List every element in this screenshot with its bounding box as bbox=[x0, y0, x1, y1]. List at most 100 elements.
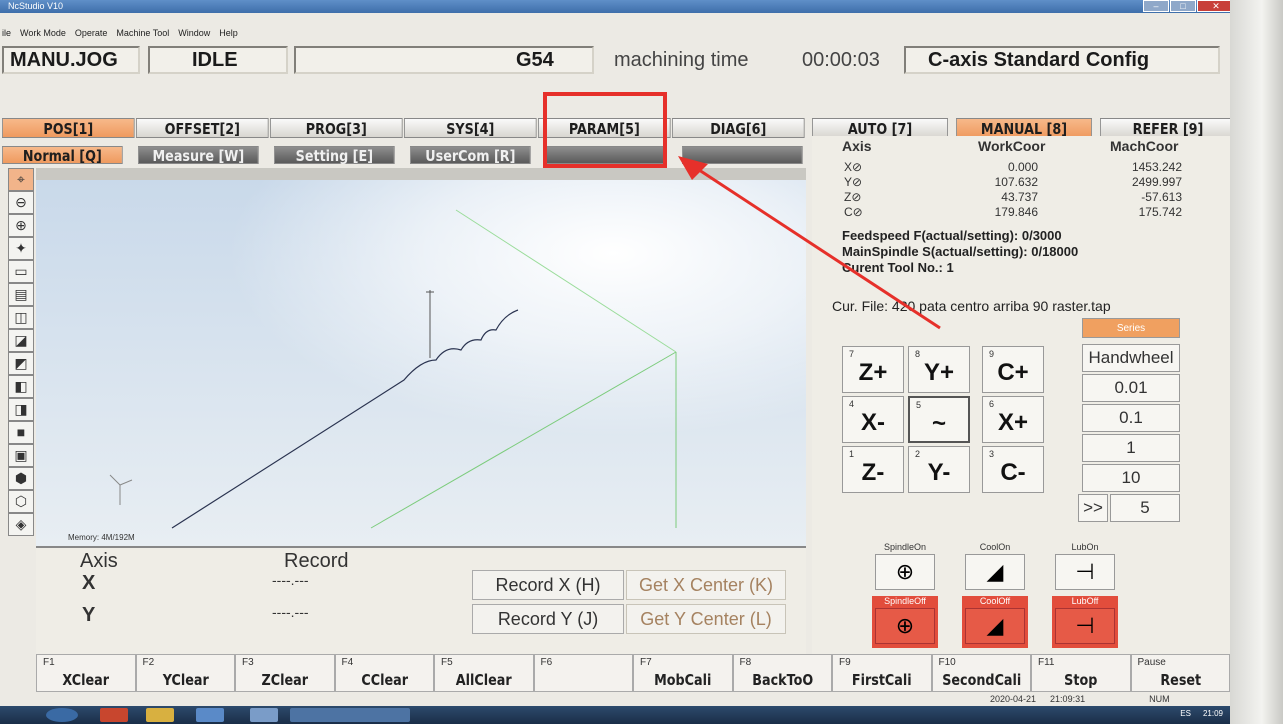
fkey-f1-action: XClear bbox=[62, 671, 110, 689]
fkey-yclear[interactable]: F2 YClear bbox=[135, 654, 235, 692]
menu-window[interactable]: Window bbox=[178, 26, 210, 40]
tab-prog[interactable]: PROG[3] bbox=[270, 118, 403, 138]
view-left-icon[interactable]: ◧ bbox=[8, 375, 34, 398]
fkey-f8-label: F8 bbox=[739, 657, 752, 668]
footer-date: 2020-04-21 bbox=[990, 694, 1037, 704]
footer-numlock: NUM bbox=[1149, 694, 1170, 704]
step-0-1-button[interactable]: 0.1 bbox=[1082, 404, 1180, 432]
jog-x-minus[interactable]: 4 X- bbox=[842, 396, 904, 443]
jog-label-y-minus: Y- bbox=[927, 459, 951, 486]
fkey-allclear[interactable]: F5 AllClear bbox=[434, 654, 534, 692]
menu-help[interactable]: Help bbox=[219, 26, 238, 40]
fkey-xclear[interactable]: F1 XClear bbox=[36, 654, 136, 692]
spindle-on-button[interactable]: SpindleOn ⊕ bbox=[872, 542, 938, 594]
axis-c-work: 179.846 bbox=[994, 205, 1038, 219]
step-custom-value[interactable]: 5 bbox=[1110, 494, 1180, 522]
crosshair-icon[interactable]: ⌖ bbox=[8, 168, 34, 191]
tab-pos[interactable]: POS[1] bbox=[2, 118, 135, 138]
tab-offset[interactable]: OFFSET[2] bbox=[136, 118, 269, 138]
menu-operate[interactable]: Operate bbox=[75, 26, 108, 40]
axis-z-mach: -57.613 bbox=[1141, 190, 1182, 204]
cool-off-button[interactable]: CoolOff ◢ bbox=[962, 596, 1028, 648]
lub-on-label: LubOn bbox=[1071, 542, 1099, 552]
clear-track-icon[interactable]: ▤ bbox=[8, 283, 34, 306]
record-header: Record bbox=[284, 550, 349, 572]
cube-wire-icon[interactable]: ⬡ bbox=[8, 490, 34, 513]
fkey-backtoo[interactable]: F8 BackToO bbox=[732, 654, 832, 692]
system-tray: ES 21:09 bbox=[1180, 709, 1223, 718]
lub-on-button[interactable]: LubOn ⊣ bbox=[1052, 542, 1118, 594]
fkey-mobcali[interactable]: F7 MobCali bbox=[633, 654, 733, 692]
subtab-setting[interactable]: Setting [E] bbox=[274, 146, 395, 165]
fkey-f6[interactable]: F6 bbox=[533, 654, 633, 692]
status-footer: 2020-04-21 21:09:31 NUM bbox=[990, 694, 1170, 704]
step-more-button[interactable]: >> bbox=[1078, 494, 1108, 522]
taskbar-doc-icon[interactable] bbox=[250, 708, 278, 722]
jog-z-minus[interactable]: 1 Z- bbox=[842, 446, 904, 493]
tab-sys[interactable]: SYS[4] bbox=[404, 118, 537, 138]
fkey-f2-label: F2 bbox=[142, 657, 155, 668]
minimize-button[interactable]: – bbox=[1143, 0, 1169, 12]
fkey-zclear[interactable]: F3 ZClear bbox=[235, 654, 335, 692]
taskbar-chrome-icon[interactable] bbox=[100, 708, 128, 722]
center-view-icon[interactable]: ✦ bbox=[8, 237, 34, 260]
tab-auto[interactable]: AUTO [7] bbox=[812, 118, 948, 138]
view-iso-icon[interactable]: ◫ bbox=[8, 306, 34, 329]
view-back-icon[interactable]: ▣ bbox=[8, 444, 34, 467]
cool-on-button[interactable]: CoolOn ◢ bbox=[962, 542, 1028, 594]
spindle-off-button[interactable]: SpindleOff ⊕ bbox=[872, 596, 938, 648]
zoom-out-icon[interactable]: ⊖ bbox=[8, 191, 34, 214]
view-top-icon[interactable]: ◪ bbox=[8, 329, 34, 352]
tab-manual[interactable]: MANUAL [8] bbox=[956, 118, 1092, 138]
jog-y-minus[interactable]: 2 Y- bbox=[908, 446, 970, 493]
menu-file[interactable]: ile bbox=[2, 26, 11, 40]
view-bottom-icon[interactable]: ■ bbox=[8, 421, 34, 444]
lubricant-icon: ⊣ bbox=[1055, 554, 1115, 590]
view-right-icon[interactable]: ◨ bbox=[8, 398, 34, 421]
tab-refer[interactable]: REFER [9] bbox=[1100, 118, 1236, 138]
maximize-button[interactable]: □ bbox=[1170, 0, 1196, 12]
fkey-f1-label: F1 bbox=[43, 657, 55, 668]
view-front-icon[interactable]: ◩ bbox=[8, 352, 34, 375]
jog-z-plus[interactable]: 7 Z+ bbox=[842, 346, 904, 393]
fkey-secondcali[interactable]: F10 SecondCali bbox=[931, 654, 1031, 692]
axis-c-mach: 175.742 bbox=[1138, 205, 1182, 219]
fkey-firstcali[interactable]: F9 FirstCali bbox=[832, 654, 932, 692]
fit-window-icon[interactable]: ▭ bbox=[8, 260, 34, 283]
start-button[interactable] bbox=[46, 708, 78, 722]
cube-shaded-icon[interactable]: ◈ bbox=[8, 513, 34, 536]
step-10-button[interactable]: 10 bbox=[1082, 464, 1180, 492]
get-y-center-button[interactable]: Get Y Center (L) bbox=[626, 604, 786, 634]
cube-solid-icon[interactable]: ⬢ bbox=[8, 467, 34, 490]
jog-y-plus[interactable]: 8 Y+ bbox=[908, 346, 970, 393]
fkey-stop[interactable]: F11 Stop bbox=[1031, 654, 1131, 692]
record-y-button[interactable]: Record Y (J) bbox=[472, 604, 624, 634]
lub-off-button[interactable]: LubOff ⊣ bbox=[1052, 596, 1118, 648]
fkey-f5-label: F5 bbox=[441, 657, 453, 668]
jog-key-1: 1 bbox=[849, 449, 855, 459]
spindle-off-icon: ⊕ bbox=[875, 608, 935, 644]
subtab-measure[interactable]: Measure [W] bbox=[138, 146, 259, 165]
jog-x-plus[interactable]: 6 X+ bbox=[982, 396, 1044, 443]
subtab-normal[interactable]: Normal [Q] bbox=[2, 146, 123, 165]
axis-x-work: 0.000 bbox=[1007, 160, 1038, 174]
jog-c-plus[interactable]: 9 C+ bbox=[982, 346, 1044, 393]
fkey-f6-label: F6 bbox=[540, 657, 553, 668]
record-x-button[interactable]: Record X (H) bbox=[472, 570, 624, 600]
get-x-center-button[interactable]: Get X Center (K) bbox=[626, 570, 786, 600]
subtab-usercom[interactable]: UserCom [R] bbox=[410, 146, 531, 165]
tab-diag[interactable]: DIAG[6] bbox=[672, 118, 805, 138]
menu-work-mode[interactable]: Work Mode bbox=[20, 26, 66, 40]
jog-c-minus[interactable]: 3 C- bbox=[982, 446, 1044, 493]
fkey-reset[interactable]: Pause Reset bbox=[1130, 654, 1230, 692]
zoom-in-icon[interactable]: ⊕ bbox=[8, 214, 34, 237]
jog-rapid-toggle[interactable]: 5 ~ bbox=[908, 396, 970, 443]
taskbar-app-icon[interactable] bbox=[196, 708, 224, 722]
step-0-01-button[interactable]: 0.01 bbox=[1082, 374, 1180, 402]
step-1-button[interactable]: 1 bbox=[1082, 434, 1180, 462]
fkey-cclear[interactable]: F4 CClear bbox=[334, 654, 434, 692]
step-handwheel-button[interactable]: Handwheel bbox=[1082, 344, 1180, 372]
taskbar-ncstudio-item[interactable] bbox=[290, 708, 410, 722]
menu-machine-tool[interactable]: Machine Tool bbox=[116, 26, 169, 40]
taskbar-folder-icon[interactable] bbox=[146, 708, 174, 722]
